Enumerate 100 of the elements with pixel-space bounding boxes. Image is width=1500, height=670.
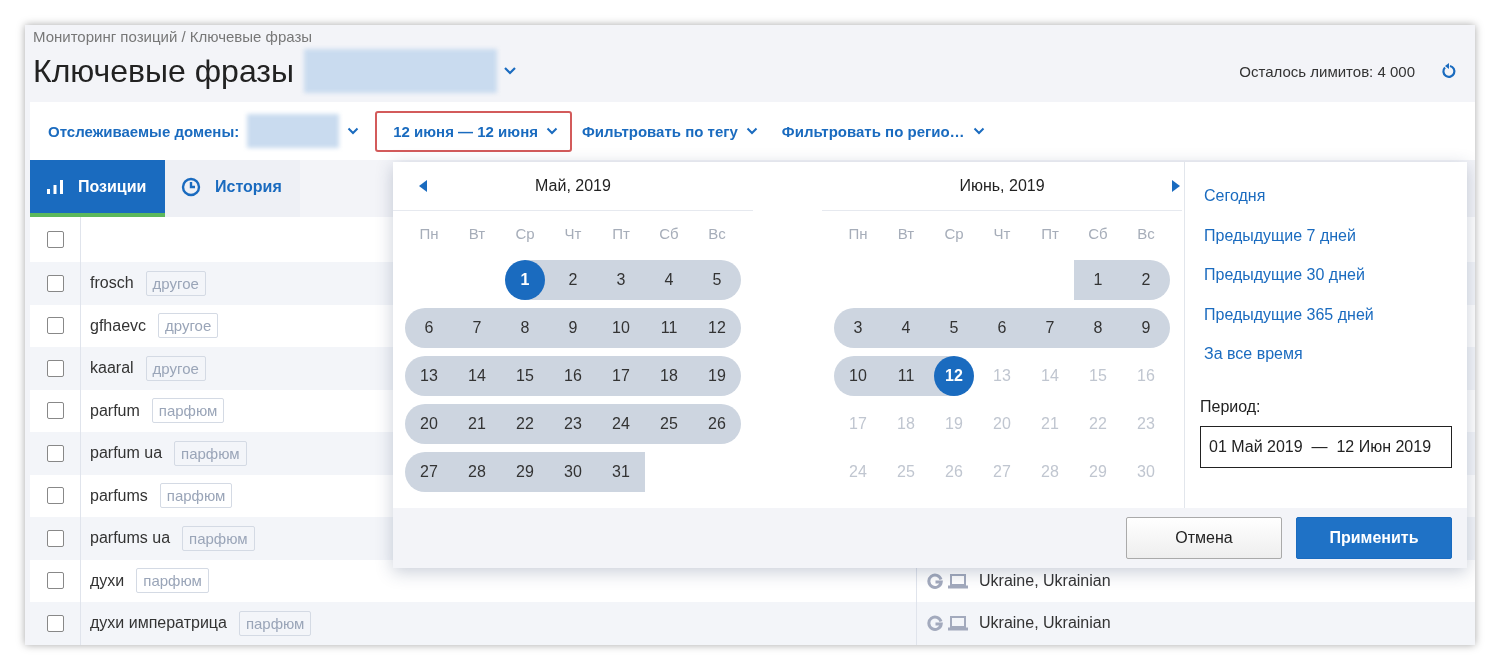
calendar-day[interactable]: 1 <box>1078 260 1118 300</box>
weekday-label: Пт <box>1040 225 1060 242</box>
checkbox[interactable] <box>46 317 64 335</box>
calendar-day[interactable]: 18 <box>649 356 689 396</box>
checkbox[interactable] <box>46 444 64 462</box>
checkbox[interactable] <box>46 274 64 292</box>
calendar-day[interactable]: 8 <box>505 308 545 348</box>
chevron-icon <box>745 127 758 135</box>
calendar-day[interactable]: 20 <box>409 404 449 444</box>
weekday-label: Пн <box>847 225 869 242</box>
calendar-day[interactable]: 7 <box>457 308 497 348</box>
weekday-label: Пн <box>418 225 440 242</box>
calendar-day[interactable]: 2 <box>1126 260 1166 300</box>
chevron-icon <box>972 127 985 135</box>
calendar-day[interactable]: 27 <box>409 452 449 492</box>
keyword-text: frosch <box>90 274 134 293</box>
calendar-day[interactable]: 12 <box>697 308 737 348</box>
chevron-icon <box>347 127 360 135</box>
preset-link[interactable]: Предыдущие 7 дней <box>1204 225 1356 246</box>
calendar-day[interactable]: 10 <box>601 308 641 348</box>
filter-dropdown[interactable]: Фильтровать по регио… <box>773 110 999 152</box>
calendar-day[interactable]: 17 <box>601 356 641 396</box>
calendar-day[interactable]: 14 <box>457 356 497 396</box>
keyword-text: parfums ua <box>90 529 171 548</box>
chevron-icon <box>545 127 558 135</box>
checkbox[interactable] <box>46 231 64 248</box>
calendar-day[interactable]: 12 <box>934 356 974 396</box>
preset-link[interactable]: Предыдущие 365 дней <box>1204 304 1374 325</box>
weekday-label: Чт <box>992 225 1012 242</box>
calendar-day[interactable]: 24 <box>601 404 641 444</box>
calendar-day[interactable]: 23 <box>553 404 593 444</box>
domains-filter[interactable]: Отслеживаемые домены: <box>40 102 374 160</box>
bar-chart-icon <box>46 178 64 195</box>
weekday-label: Вс <box>1136 225 1156 242</box>
calendar-day[interactable]: 31 <box>601 452 641 492</box>
calendar-day[interactable]: 3 <box>601 260 641 300</box>
period-field[interactable]: 01 Май 2019 — 12 Июн 2019 <box>1200 425 1452 468</box>
calendar-day[interactable]: 21 <box>457 404 497 444</box>
calendar-day[interactable]: 16 <box>553 356 593 396</box>
keyword-text: духи императрица <box>90 614 227 633</box>
calendar-day[interactable]: 15 <box>505 356 545 396</box>
calendar-day[interactable]: 28 <box>457 452 497 492</box>
page-title: Ключевые фразы <box>33 52 294 90</box>
date-range-dropdown[interactable]: 12 июня — 12 июня <box>375 110 572 152</box>
calendar-day[interactable]: 9 <box>1126 308 1166 348</box>
calendar-day[interactable]: 4 <box>649 260 689 300</box>
tab[interactable]: Позиции <box>30 160 165 217</box>
calendar-day[interactable]: 30 <box>553 452 593 492</box>
weekday-label: Вт <box>467 225 487 242</box>
checkbox[interactable] <box>46 529 64 547</box>
cancel-button[interactable]: Отмена <box>1126 517 1282 559</box>
keyword-text: parfum ua <box>90 444 163 463</box>
filter-dropdown[interactable]: Фильтровать по тегу <box>573 110 772 152</box>
calendar-day[interactable]: 4 <box>886 308 926 348</box>
calendar-day[interactable]: 1 <box>505 260 545 300</box>
weekday-label: Ср <box>943 225 965 242</box>
calendar-day[interactable]: 10 <box>838 356 878 396</box>
refresh-icon[interactable] <box>1441 63 1457 79</box>
checkbox[interactable] <box>46 614 64 632</box>
calendar-day[interactable]: 19 <box>697 356 737 396</box>
next-month-icon[interactable] <box>1172 180 1180 192</box>
calendar-day[interactable]: 7 <box>1030 308 1070 348</box>
preset-link[interactable]: Сегодня <box>1204 186 1266 206</box>
calendar-day[interactable]: 11 <box>886 356 926 396</box>
checkbox[interactable] <box>46 572 64 590</box>
previous-month-icon[interactable] <box>419 180 427 192</box>
calendar-day[interactable]: 5 <box>934 308 974 348</box>
calendar-day[interactable]: 3 <box>838 308 878 348</box>
region-text: Ukraine, Ukrainian <box>979 614 1111 633</box>
calendar-day[interactable]: 25 <box>649 404 689 444</box>
calendar-day[interactable]: 11 <box>649 308 689 348</box>
calendar-day[interactable]: 13 <box>409 356 449 396</box>
chevron-icon[interactable] <box>503 66 517 76</box>
apply-button[interactable]: Применить <box>1296 517 1452 559</box>
calendar-day[interactable]: 8 <box>1078 308 1118 348</box>
laptop-icon <box>948 572 968 589</box>
weekday-label: Сб <box>658 225 680 242</box>
preset-link[interactable]: Предыдущие 30 дней <box>1204 265 1365 285</box>
calendar-day[interactable]: 26 <box>697 404 737 444</box>
calendar-day[interactable]: 5 <box>697 260 737 300</box>
keyword-text: parfum <box>90 401 140 420</box>
calendar-day[interactable]: 6 <box>409 308 449 348</box>
tab[interactable]: История <box>165 160 300 217</box>
checkbox[interactable] <box>46 359 64 377</box>
keyword-text: gfhaevc <box>90 316 147 335</box>
calendar-day[interactable]: 9 <box>553 308 593 348</box>
weekday-label: Пт <box>611 225 631 242</box>
weekday-label: Сб <box>1087 225 1109 242</box>
preset-link[interactable]: За все время <box>1204 344 1303 364</box>
checkbox[interactable] <box>46 487 64 505</box>
month-title: Май, 2019 <box>535 177 611 195</box>
calendar-day[interactable]: 22 <box>505 404 545 444</box>
keyword-text: parfums <box>90 486 148 505</box>
calendar-day[interactable]: 29 <box>505 452 545 492</box>
region-text: Ukraine, Ukrainian <box>979 571 1111 590</box>
calendar-day[interactable]: 6 <box>982 308 1022 348</box>
search-engine-icon <box>927 572 943 589</box>
checkbox[interactable] <box>46 402 64 420</box>
calendar-day[interactable]: 2 <box>553 260 593 300</box>
weekday-label: Ср <box>514 225 536 242</box>
